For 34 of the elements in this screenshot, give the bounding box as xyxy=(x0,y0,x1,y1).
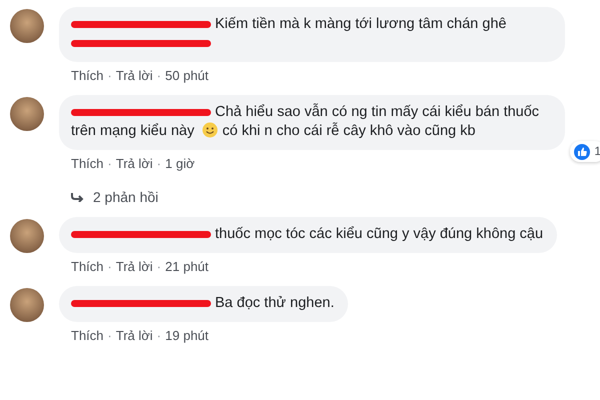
action-link[interactable]: Trả lời xyxy=(116,156,153,171)
timestamp: 21 phút xyxy=(165,259,209,274)
avatar-photo xyxy=(10,9,44,43)
separator-dot: · xyxy=(108,328,112,343)
timestamp: 19 phút xyxy=(165,328,209,343)
reaction-badge[interactable]: 1 xyxy=(570,141,600,162)
reaction-count: 1 xyxy=(594,143,600,160)
replies-link[interactable]: 2 phản hồi xyxy=(93,189,158,205)
separator-dot: · xyxy=(156,68,162,83)
separator-dot: · xyxy=(156,156,162,171)
separator-dot: · xyxy=(156,259,162,274)
avatar-photo xyxy=(10,97,44,131)
reply-arrow-icon xyxy=(71,192,85,202)
action-link[interactable]: Thích xyxy=(71,68,104,83)
separator-dot: · xyxy=(156,328,162,343)
avatar-photo xyxy=(10,219,44,253)
action-link[interactable]: Trả lời xyxy=(116,328,153,343)
comment-text: Ba đọc thử nghen. xyxy=(71,295,334,311)
comment-text: Kiếm tiền mà k màng tới lương tâm chán ghê xyxy=(71,16,506,51)
action-link[interactable]: Trả lời xyxy=(116,68,153,83)
action-link[interactable]: Thích xyxy=(71,259,104,274)
separator-dot: · xyxy=(108,68,112,83)
comment-text: thuốc mọc tóc các kiểu cũng y vậy đúng không cậu xyxy=(71,226,544,242)
smiley-icon xyxy=(202,122,218,138)
timestamp: 1 giờ xyxy=(165,156,195,171)
action-link[interactable]: Trả lời xyxy=(116,259,153,274)
avatar-photo xyxy=(10,288,44,322)
action-link[interactable]: Thích xyxy=(71,156,104,171)
comment-text: Chả hiểu sao vẫn có ng tin mấy cái kiểu bán thuốc trên mạng kiểu này có khi n cho cái rễ cây khô vào cũng kb xyxy=(71,104,540,139)
separator-dot: · xyxy=(108,259,112,274)
separator-dot: · xyxy=(108,156,112,171)
like-icon xyxy=(574,144,590,160)
timestamp: 50 phút xyxy=(165,68,209,83)
action-link[interactable]: Thích xyxy=(71,328,104,343)
